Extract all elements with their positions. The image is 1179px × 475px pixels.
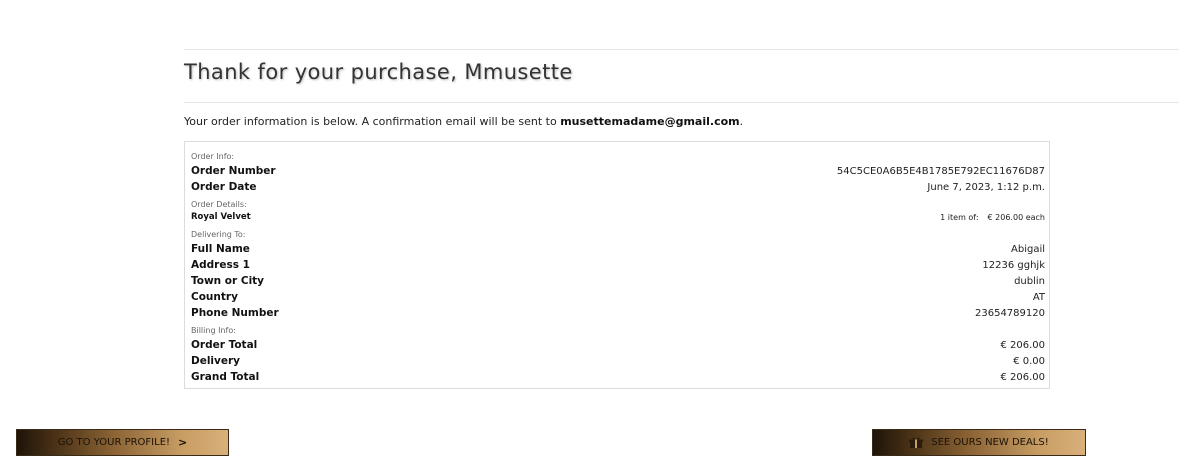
town-value: dublin xyxy=(1014,275,1045,287)
phone-label: Phone Number xyxy=(191,307,279,319)
address1-value: 12236 gghjk xyxy=(982,259,1045,271)
see-new-deals-button[interactable]: SEE OURS NEW DEALS! xyxy=(872,429,1086,456)
title-divider xyxy=(184,102,1179,103)
order-number-label: Order Number xyxy=(191,165,276,177)
section-order-info: Order Info: xyxy=(191,151,235,161)
phone-value: 23654789120 xyxy=(975,307,1045,319)
gift-icon xyxy=(909,437,924,448)
item-name: Royal Velvet xyxy=(191,212,251,222)
address1-row: Address 1 12236 gghjk xyxy=(191,257,1045,273)
country-label: Country xyxy=(191,291,238,303)
order-number-row: Order Number 54C5CE0A6B5E4B1785E792EC116… xyxy=(191,163,1045,179)
order-number-value: 54C5CE0A6B5E4B1785E792EC11676D87 xyxy=(836,165,1045,177)
page-title: Thank for your purchase, Mmusette xyxy=(184,60,573,84)
top-divider xyxy=(184,49,1179,50)
item-price-info: 1 item of: € 206.00 each xyxy=(940,213,1045,222)
order-date-row: Order Date June 7, 2023, 1:12 p.m. xyxy=(191,179,1045,195)
order-date-label: Order Date xyxy=(191,181,257,193)
delivery-label: Delivery xyxy=(191,355,241,367)
item-qty: 1 item of: xyxy=(940,212,979,222)
order-info-message: Your order information is below. A confi… xyxy=(184,115,743,128)
full-name-row: Full Name Abigail xyxy=(191,241,1045,257)
full-name-value: Abigail xyxy=(1011,243,1045,255)
section-order-details: Order Details: xyxy=(191,199,247,209)
order-summary-box: Order Info: Order Number 54C5CE0A6B5E4B1… xyxy=(184,141,1050,389)
order-total-value: € 206.00 xyxy=(1000,339,1045,351)
profile-button-label: GO TO YOUR PROFILE! xyxy=(57,437,171,448)
order-total-row: Order Total € 206.00 xyxy=(191,337,1045,353)
address1-label: Address 1 xyxy=(191,259,250,271)
confirmation-email: musettemadame@gmail.com xyxy=(560,115,740,128)
info-suffix: . xyxy=(739,115,744,128)
order-total-label: Order Total xyxy=(191,339,258,351)
order-item-row: Royal Velvet 1 item of: € 206.00 each xyxy=(191,210,1045,224)
grand-total-label: Grand Total xyxy=(191,371,260,383)
town-label: Town or City xyxy=(191,275,265,287)
grand-total-value: € 206.00 xyxy=(1000,371,1045,383)
full-name-label: Full Name xyxy=(191,243,250,255)
info-prefix: Your order information is below. A confi… xyxy=(184,115,557,128)
deals-button-label: SEE OURS NEW DEALS! xyxy=(931,437,1049,448)
section-delivering-to: Delivering To: xyxy=(191,229,246,239)
item-price: € 206.00 each xyxy=(987,212,1045,222)
phone-row: Phone Number 23654789120 xyxy=(191,305,1045,321)
country-row: Country AT xyxy=(191,289,1045,305)
delivery-value: € 0.00 xyxy=(1013,355,1045,367)
go-to-profile-button[interactable]: GO TO YOUR PROFILE! > xyxy=(16,429,229,456)
section-billing-info: Billing Info: xyxy=(191,325,236,335)
order-date-value: June 7, 2023, 1:12 p.m. xyxy=(927,181,1045,193)
chevron-right-icon: > xyxy=(178,436,188,449)
delivery-row: Delivery € 0.00 xyxy=(191,353,1045,369)
grand-total-row: Grand Total € 206.00 xyxy=(191,369,1045,385)
country-value: AT xyxy=(1032,291,1045,303)
town-row: Town or City dublin xyxy=(191,273,1045,289)
